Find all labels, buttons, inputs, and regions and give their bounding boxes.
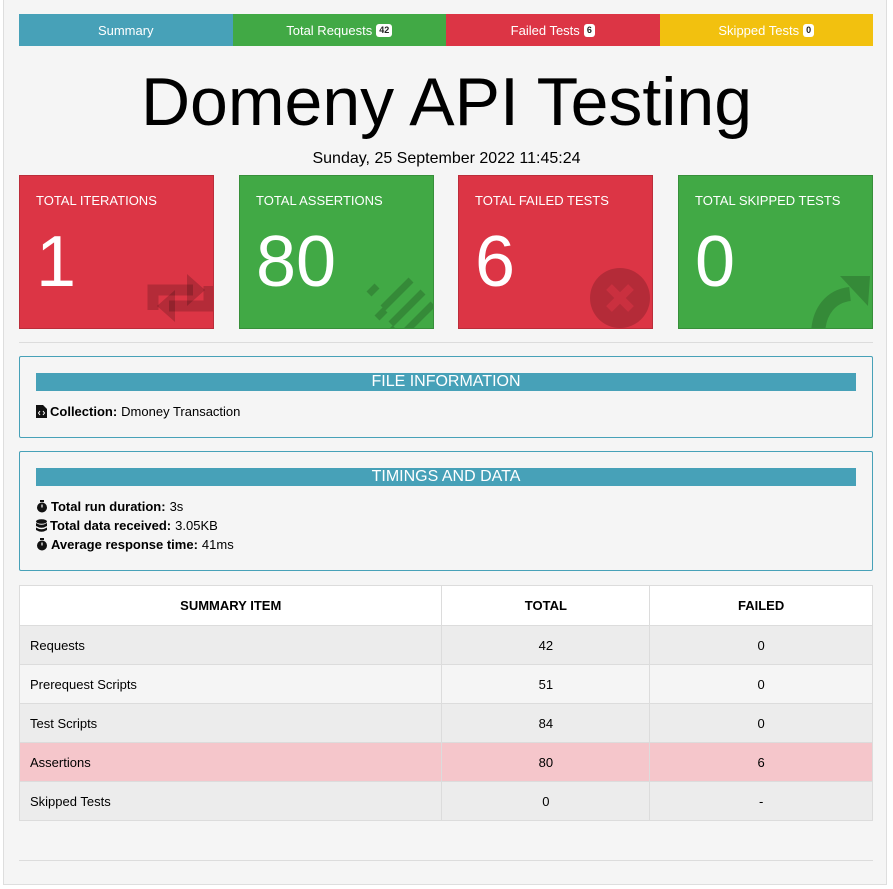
tab-total-requests[interactable]: Total Requests 42: [232, 14, 446, 46]
stat-cards: TOTAL ITERATIONS 1 TOTAL ASSERTIONS 80 T…: [19, 175, 873, 329]
card-value: 80: [256, 222, 337, 302]
response-time-info: Average response time: 41ms: [36, 537, 234, 552]
summary-table: SUMMARY ITEM TOTAL FAILED Requests 42 0 …: [18, 585, 873, 821]
divider: [19, 342, 873, 343]
card-total-iterations: TOTAL ITERATIONS 1: [19, 175, 214, 329]
tab-failed-tests-label: Failed Tests: [510, 22, 580, 38]
table-header-row: SUMMARY ITEM TOTAL FAILED: [18, 585, 873, 626]
total-cell: 0: [441, 781, 651, 821]
failed-cell: 0: [649, 625, 873, 665]
repeat-icon: [147, 274, 213, 322]
response-time-value: 41ms: [201, 537, 234, 552]
timings-and-data-panel: TIMINGS AND DATA Total run duration: 3s …: [19, 451, 873, 571]
tab-failed-tests[interactable]: Failed Tests 6: [446, 14, 660, 46]
summary-item-cell: Prerequest Scripts: [18, 664, 443, 704]
card-value: 6: [475, 222, 516, 302]
tab-total-requests-badge: 42: [376, 23, 393, 37]
collection-label: Collection:: [50, 404, 118, 419]
file-information-panel: FILE INFORMATION Collection: Dmoney Tran…: [19, 356, 873, 438]
column-header-total: TOTAL: [441, 585, 651, 626]
card-label: TOTAL FAILED TESTS: [475, 193, 609, 208]
collection-value: Dmoney Transaction: [121, 404, 241, 419]
tab-skipped-tests-label: Skipped Tests: [718, 22, 800, 38]
card-total-skipped-tests: TOTAL SKIPPED TESTS 0: [678, 175, 873, 329]
card-value: 1: [36, 222, 77, 302]
tab-failed-tests-badge: 6: [583, 23, 595, 37]
failed-cell: -: [649, 781, 873, 821]
summary-item-cell: Assertions: [18, 742, 443, 782]
times-circle-icon: [590, 268, 650, 328]
table-row: Assertions 80 6: [18, 742, 873, 782]
file-code-icon: [36, 405, 47, 418]
table-row: Prerequest Scripts 51 0: [18, 664, 873, 704]
data-received-label: Total data received:: [50, 518, 172, 533]
card-total-assertions: TOTAL ASSERTIONS 80: [239, 175, 434, 329]
footer-divider: [19, 860, 873, 861]
table-row: Requests 42 0: [18, 625, 873, 665]
panel-heading: FILE INFORMATION: [36, 373, 856, 391]
tab-skipped-tests[interactable]: Skipped Tests 0: [659, 14, 873, 46]
total-cell: 42: [441, 625, 651, 665]
summary-item-cell: Requests: [18, 625, 443, 665]
tab-total-requests-label: Total Requests: [286, 22, 373, 38]
data-received-info: Total data received: 3.05KB: [36, 518, 218, 533]
run-duration-label: Total run duration:: [51, 499, 166, 514]
tab-summary-label: Summary: [97, 22, 154, 38]
table-row: Skipped Tests 0 -: [18, 781, 873, 821]
card-value: 0: [695, 222, 736, 302]
panel-heading: TIMINGS AND DATA: [36, 468, 856, 486]
run-duration-value: 3s: [169, 499, 184, 514]
stopwatch-icon: [37, 500, 47, 513]
summary-item-cell: Test Scripts: [18, 703, 443, 743]
collection-info: Collection: Dmoney Transaction: [36, 404, 240, 419]
total-cell: 80: [441, 742, 651, 782]
run-duration-info: Total run duration: 3s: [36, 499, 183, 514]
tab-skipped-tests-badge: 0: [803, 23, 815, 37]
nav-tabs: Summary Total Requests 42 Failed Tests 6…: [19, 14, 873, 46]
list-icon: [366, 277, 433, 328]
response-time-label: Average response time:: [51, 537, 198, 552]
card-label: TOTAL ITERATIONS: [36, 193, 157, 208]
report-date: Sunday, 25 September 2022 11:45:24: [312, 150, 581, 167]
stopwatch-icon: [37, 538, 47, 551]
card-label: TOTAL ASSERTIONS: [256, 193, 383, 208]
total-cell: 84: [441, 703, 651, 743]
table-row: Test Scripts 84 0: [18, 703, 873, 743]
summary-item-cell: Skipped Tests: [18, 781, 443, 821]
card-label: TOTAL SKIPPED TESTS: [695, 193, 841, 208]
failed-cell: 0: [649, 664, 873, 704]
share-arrow-icon: [811, 276, 870, 328]
column-header-summary-item: SUMMARY ITEM: [18, 585, 443, 626]
tab-summary[interactable]: Summary: [19, 14, 233, 46]
page-title: Domeny API Testing: [140, 64, 753, 140]
column-header-failed: FAILED: [649, 585, 873, 626]
database-icon: [36, 519, 47, 532]
total-cell: 51: [441, 664, 651, 704]
failed-cell: 0: [649, 703, 873, 743]
data-received-value: 3.05KB: [175, 518, 218, 533]
failed-cell: 6: [649, 742, 873, 782]
card-total-failed-tests: TOTAL FAILED TESTS 6: [458, 175, 653, 329]
